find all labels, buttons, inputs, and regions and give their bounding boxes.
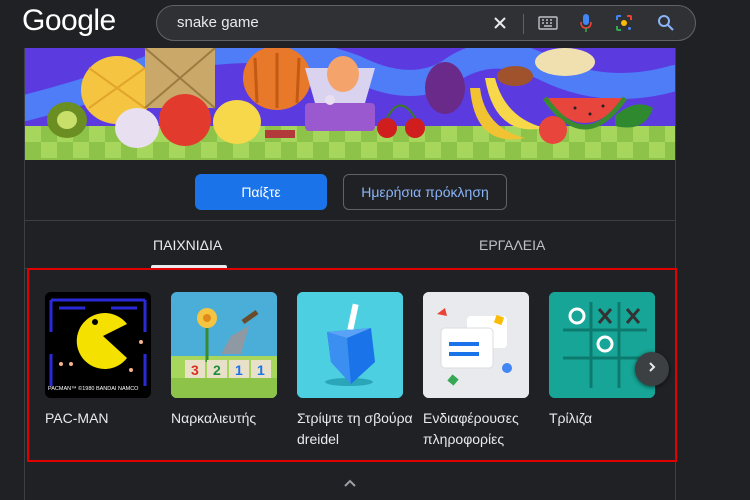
tile-number: 3 [191, 362, 199, 378]
chevron-right-icon [646, 360, 658, 378]
fun-facts-thumbnail[interactable] [423, 292, 529, 398]
dreidel-thumbnail[interactable] [297, 292, 403, 398]
tile-number: 1 [257, 362, 265, 378]
search-icon[interactable] [655, 12, 677, 34]
google-logo[interactable]: Google [22, 4, 116, 38]
tab-games[interactable]: ΠΑΙΧΝΙΔΙΑ [153, 237, 222, 253]
header: Google snake game [0, 0, 750, 48]
tile-number: 2 [213, 362, 221, 378]
minesweeper-thumbnail[interactable]: 3 2 1 1 [171, 292, 277, 398]
snake-game-banner[interactable] [25, 48, 675, 160]
game-title[interactable]: PAC-MAN [45, 408, 165, 429]
tile-number: 1 [235, 362, 243, 378]
game-card-minesweeper[interactable]: 3 2 1 1 Ναρκαλιευτής [171, 292, 277, 429]
game-title[interactable]: Στρίψτε τη σβούρα dreidel [297, 408, 417, 450]
pacman-copyright: PACMAN™ ©1980 BANDAI NAMCO [48, 386, 139, 392]
chevron-up-icon [343, 475, 357, 493]
tab-bar: ΠΑΙΧΝΙΔΙΑ ΕΡΓΑΛΕΙΑ [25, 223, 675, 269]
microphone-icon[interactable] [575, 12, 597, 34]
play-button[interactable]: Παίξτε [195, 174, 327, 210]
games-carousel: PACMAN™ ©1980 BANDAI NAMCO PAC-MAN 3 2 1… [27, 268, 677, 462]
action-buttons: Παίξτε Ημερήσια πρόκληση [25, 174, 675, 214]
daily-challenge-button[interactable]: Ημερήσια πρόκληση [343, 174, 507, 210]
game-title[interactable]: Ναρκαλιευτής [171, 408, 291, 429]
game-card-fun-facts[interactable]: Ενδιαφέρουσες πληροφορίες [423, 292, 529, 450]
search-divider [523, 14, 524, 34]
carousel-next-button[interactable] [635, 352, 669, 386]
game-card-pacman[interactable]: PACMAN™ ©1980 BANDAI NAMCO PAC-MAN [45, 292, 151, 429]
search-bar[interactable]: snake game [156, 5, 696, 41]
lens-icon[interactable] [613, 12, 635, 34]
keyboard-icon[interactable] [537, 12, 559, 34]
pacman-thumbnail[interactable]: PACMAN™ ©1980 BANDAI NAMCO [45, 292, 151, 398]
tab-tools[interactable]: ΕΡΓΑΛΕΙΑ [479, 237, 545, 253]
tic-tac-toe-thumbnail[interactable] [549, 292, 655, 398]
clear-icon[interactable] [489, 12, 511, 34]
collapse-button[interactable] [340, 476, 360, 492]
game-title[interactable]: Ενδιαφέρουσες πληροφορίες [423, 408, 543, 450]
search-input[interactable]: snake game [177, 14, 259, 31]
game-card-dreidel[interactable]: Στρίψτε τη σβούρα dreidel [297, 292, 413, 450]
game-title[interactable]: Τρίλιζα [549, 408, 669, 429]
divider [25, 220, 675, 221]
